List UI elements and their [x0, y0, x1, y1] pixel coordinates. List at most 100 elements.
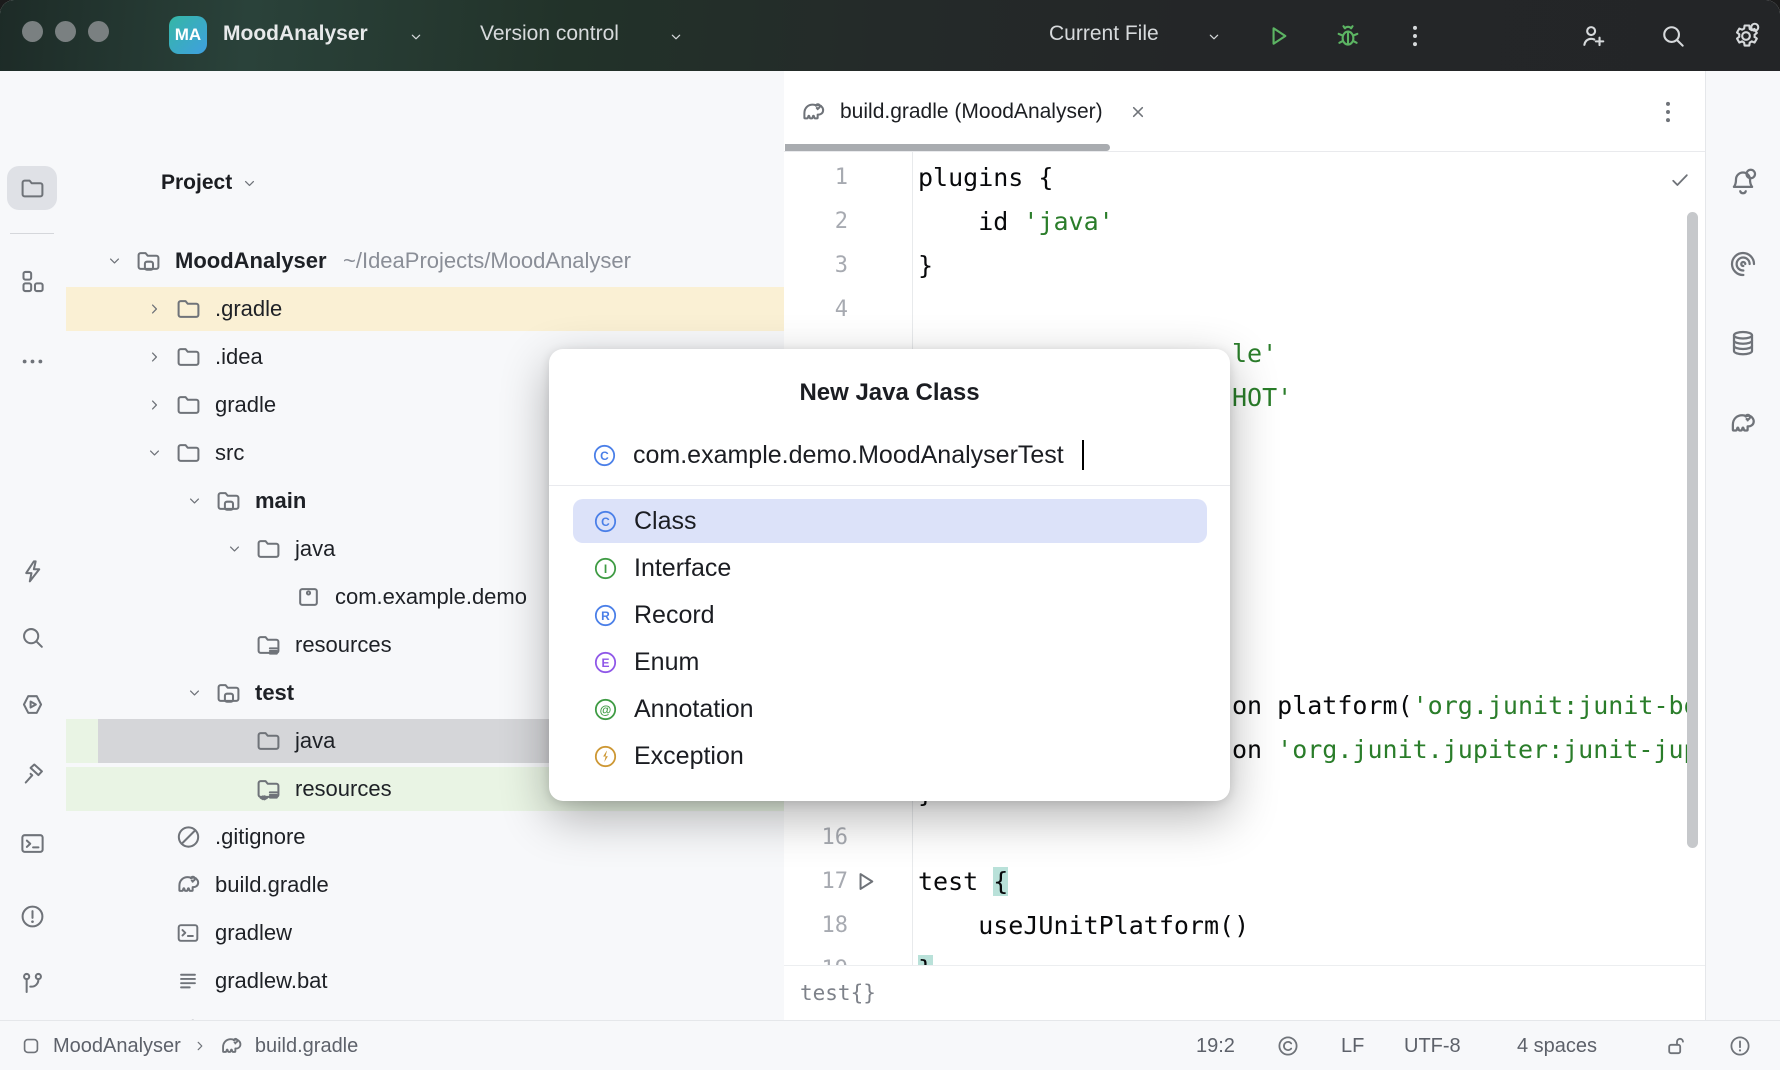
git-branch-tool-button[interactable] [7, 961, 57, 1005]
kind-option-class[interactable]: CClass [573, 499, 1207, 543]
gear-icon [1732, 22, 1760, 50]
tree-item--gradle[interactable]: .gradle [66, 287, 784, 331]
error-circle-icon [1728, 1034, 1752, 1058]
settings-button[interactable] [1732, 22, 1760, 50]
chevron-down-icon [1206, 29, 1222, 45]
caret-position-widget[interactable]: 19:2 [1196, 1035, 1235, 1058]
editor-more-options-button[interactable] [1654, 98, 1682, 126]
run-button[interactable] [1264, 22, 1292, 50]
gradle-tool-button[interactable] [1718, 402, 1768, 446]
module-folder-icon [215, 680, 242, 707]
tree-item-gradlew-bat[interactable]: gradlew.bat [66, 959, 784, 1003]
tab-title: build.gradle (MoodAnalyser) [840, 100, 1103, 124]
kind-option-annotation[interactable]: @Annotation [573, 687, 1207, 731]
problems-tool-button[interactable] [7, 894, 57, 938]
svg-text:@: @ [600, 702, 612, 716]
tree-icon [175, 968, 201, 994]
run-gutter-icon[interactable] [852, 868, 879, 895]
window-minimize-button[interactable] [55, 21, 76, 42]
tree-item-label: gradlew [215, 920, 292, 946]
project-square-icon [20, 1035, 42, 1057]
run-hexagon-tool-button[interactable] [7, 682, 57, 726]
line-separator-widget[interactable]: LF [1341, 1035, 1364, 1058]
code-line: useJUnitPlatform() [918, 904, 1249, 948]
close-tab-icon[interactable] [1128, 102, 1148, 122]
terminal-tool-button[interactable] [7, 821, 57, 865]
encoding-widget[interactable]: UTF-8 [1404, 1035, 1461, 1058]
tree-item--gitignore[interactable]: .gitignore [66, 815, 784, 859]
debug-button[interactable] [1334, 22, 1362, 50]
structure-tool-button[interactable] [7, 259, 57, 303]
chevron-down-icon [1206, 29, 1222, 45]
code-line: on 'org.junit.jupiter:junit-jup [1232, 728, 1699, 772]
tree-icon [135, 248, 162, 275]
project-panel-title: Project [161, 171, 232, 195]
kind-option-exception[interactable]: Exception [573, 734, 1207, 778]
chevron-down-icon[interactable] [186, 493, 203, 510]
chevron-right-icon[interactable] [146, 397, 163, 414]
code-token: } [918, 251, 933, 280]
editor-scrollbar[interactable] [1687, 212, 1698, 848]
window-maximize-button[interactable] [88, 21, 109, 42]
error-notification-widget[interactable] [1728, 1021, 1752, 1070]
more-horizontal-tool-button[interactable] [7, 339, 57, 383]
code-token: on [1232, 735, 1277, 764]
search-tool-button[interactable] [7, 615, 57, 659]
project-panel-header[interactable]: Project [161, 171, 258, 195]
kind-option-interface[interactable]: IInterface [573, 546, 1207, 590]
more-vertical-icon [1654, 98, 1682, 126]
bug-icon [1334, 22, 1362, 50]
status-breadcrumb-project[interactable]: MoodAnalyser [53, 1035, 181, 1058]
gradle-file-icon [800, 99, 827, 126]
chevron-down-icon[interactable] [186, 685, 203, 702]
kind-option-enum[interactable]: EEnum [573, 640, 1207, 684]
editor-tab[interactable]: build.gradle (MoodAnalyser) [800, 84, 1148, 140]
run-configuration-selector[interactable]: Current File [1049, 22, 1159, 46]
chevron-down-icon[interactable] [106, 253, 123, 270]
database-tool-button[interactable] [1718, 321, 1768, 365]
window-close-button[interactable] [22, 21, 43, 42]
more-horizontal-icon [19, 348, 46, 375]
ai-swirl-tool-button[interactable] [1718, 242, 1768, 286]
folder-icon [175, 392, 202, 419]
dialog-divider [549, 485, 1230, 486]
tabbar-scroll-thumb[interactable] [785, 144, 1110, 151]
project-folder-tool-button[interactable] [7, 166, 57, 210]
search-icon [19, 624, 46, 651]
source-root-folder-icon [255, 536, 282, 563]
chevron-down-icon [408, 29, 424, 45]
dialog-title: New Java Class [549, 379, 1230, 407]
code-line: on platform('org.junit:junit-bo [1232, 684, 1699, 728]
chevron-down-icon[interactable] [146, 445, 163, 462]
kind-option-record[interactable]: RRecord [573, 593, 1207, 637]
indent-widget[interactable]: 4 spaces [1517, 1035, 1597, 1058]
class-name-input[interactable]: C com.example.demo.MoodAnalyserTest [592, 440, 1084, 470]
search-everywhere-button[interactable] [1659, 22, 1687, 50]
tree-item-label: test [255, 680, 294, 706]
lightning-tool-button[interactable] [7, 549, 57, 593]
status-breadcrumb-file[interactable]: build.gradle [255, 1035, 358, 1058]
chevron-down-icon [241, 175, 258, 192]
tree-item-build-gradle[interactable]: build.gradle [66, 863, 784, 907]
string-token: HOT' [1232, 383, 1292, 412]
code-token: id [918, 207, 1023, 236]
project-switcher[interactable]: MoodAnalyser [223, 22, 368, 46]
chevron-right-icon[interactable] [146, 301, 163, 318]
hammer-tool-button[interactable] [7, 751, 57, 795]
c-badge-widget[interactable] [1276, 1021, 1300, 1070]
tree-item-moodanalyser[interactable]: MoodAnalyser~/IdeaProjects/MoodAnalyser [66, 239, 784, 283]
project-icon [20, 1035, 42, 1057]
tree-icon [255, 728, 282, 755]
chevron-down-icon[interactable] [226, 541, 243, 558]
more-actions-button[interactable] [1401, 22, 1429, 50]
project-logo[interactable]: MA [169, 16, 207, 54]
tree-item-gradlew[interactable]: gradlew [66, 911, 784, 955]
vcs-widget[interactable]: Version control [480, 22, 619, 46]
bell-tool-button[interactable] [1718, 161, 1768, 205]
breadcrumb[interactable]: test{} [800, 981, 876, 1005]
c-badge-icon [1276, 1034, 1300, 1058]
readonly-lock-widget[interactable] [1664, 1021, 1688, 1070]
add-user-button[interactable] [1579, 22, 1607, 50]
right-tool-stripe [1705, 71, 1780, 1020]
chevron-right-icon[interactable] [146, 349, 163, 366]
